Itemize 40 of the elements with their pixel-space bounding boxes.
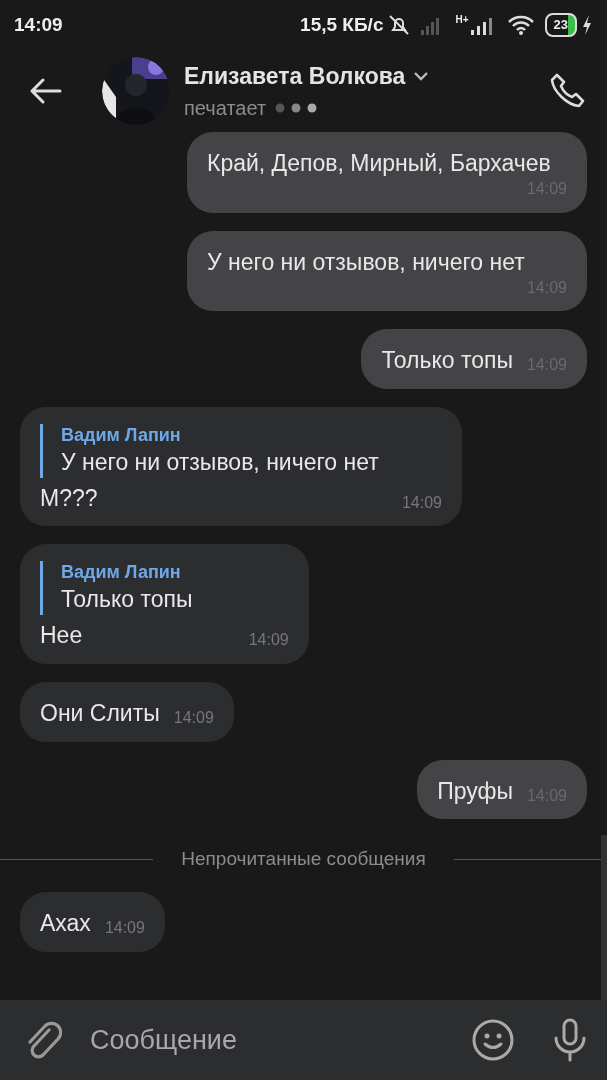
scrollbar[interactable] [601,835,607,1000]
network-type-text: H+ [455,13,469,27]
message-input[interactable]: Сообщение [80,1019,454,1061]
wifi-icon [506,14,535,36]
message-text: Край, Депов, Мирный, Бархачев [207,149,551,178]
message-time: 14:09 [103,918,145,938]
quote-author: Вадим Лапин [61,424,182,448]
battery-level-text: 23 [544,13,577,37]
message-text: Пруфы [437,776,513,806]
received-message-bubble[interactable]: Ахах 14:09 [20,891,165,952]
quote-author: Вадим Лапин [61,561,182,585]
paperclip-icon[interactable] [26,1019,62,1061]
clock-text: 14:09 [14,12,63,37]
message-time: 14:09 [247,629,289,650]
message-text: М??? [40,483,98,513]
message-time: 14:09 [172,707,214,728]
typing-status-text: печатает [184,96,267,122]
quote-text: Только топы [61,584,194,614]
quote-text: У него ни отзывов, ничего нет [61,447,380,477]
message-text: Нее [40,620,83,650]
reply-quote[interactable]: Вадим Лапин Только топы [40,561,289,615]
network-speed-text: 15,5 КБ/с [300,12,384,37]
reply-quote[interactable]: Вадим Лапин У него ни отзывов, ничего нет [40,424,442,478]
message-bar[interactable]: Сообщение [0,1000,607,1080]
contact-name[interactable]: Елизавета Волкова [184,58,406,94]
emoji-icon[interactable] [472,1019,514,1061]
message-text: Только топы [381,346,513,376]
message-text: Они Слиты [40,698,160,728]
back-arrow-icon[interactable] [28,77,62,105]
charging-bolt-icon [581,14,593,36]
received-message-bubble[interactable]: Вадим Лапин Только топы Нее 14:09 [20,544,309,664]
message-text: У него ни отзывов, ничего нет [207,247,525,277]
phone-icon[interactable] [549,72,587,110]
message-text: Ахах [40,908,91,938]
message-time: 14:09 [400,492,442,513]
received-message-bubble[interactable]: Они Слиты 14:09 [20,681,234,742]
received-message-bubble[interactable]: Вадим Лапин У него ни отзывов, ничего нет М??? 14:09 [20,407,462,527]
chevron-down-icon[interactable] [413,71,430,81]
microphone-icon[interactable] [552,1018,588,1062]
unread-divider-label: Непрочитанные сообщения [181,847,426,872]
